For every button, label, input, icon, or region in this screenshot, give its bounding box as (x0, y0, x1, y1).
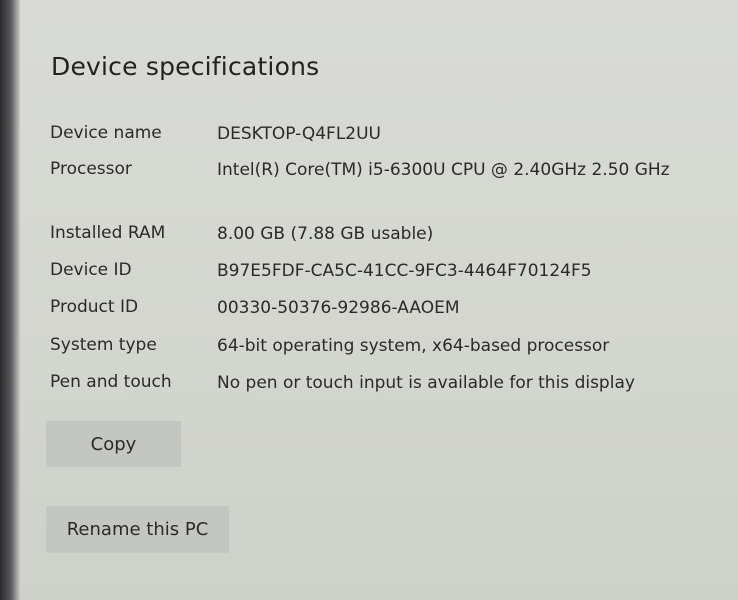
spec-value: 8.00 GB (7.88 GB usable) (217, 224, 434, 244)
copy-button[interactable]: Copy (46, 421, 181, 467)
spec-label: Product ID (50, 297, 139, 317)
spec-value: DESKTOP-Q4FL2UU (217, 124, 381, 144)
spec-label: Pen and touch (50, 372, 172, 392)
rename-pc-button[interactable]: Rename this PC (46, 506, 229, 553)
spec-label: Processor (50, 159, 132, 179)
spec-value: 64-bit operating system, x64-based proce… (217, 336, 610, 356)
monitor-bezel (0, 0, 20, 600)
spec-value: B97E5FDF-CA5C-41CC-9FC3-4464F70124F5 (217, 261, 592, 281)
section-title: Device specifications (51, 52, 320, 81)
spec-label: System type (50, 335, 157, 355)
spec-value: 00330-50376-92986-AAOEM (217, 298, 460, 318)
spec-value: No pen or touch input is available for t… (217, 373, 635, 393)
spec-value: Intel(R) Core(TM) i5-6300U CPU @ 2.40GHz… (217, 160, 670, 180)
device-specifications-panel: Device specifications Device name DESKTO… (20, 0, 738, 600)
spec-label: Installed RAM (50, 223, 166, 243)
spec-label: Device ID (50, 260, 132, 280)
spec-label: Device name (50, 123, 162, 143)
